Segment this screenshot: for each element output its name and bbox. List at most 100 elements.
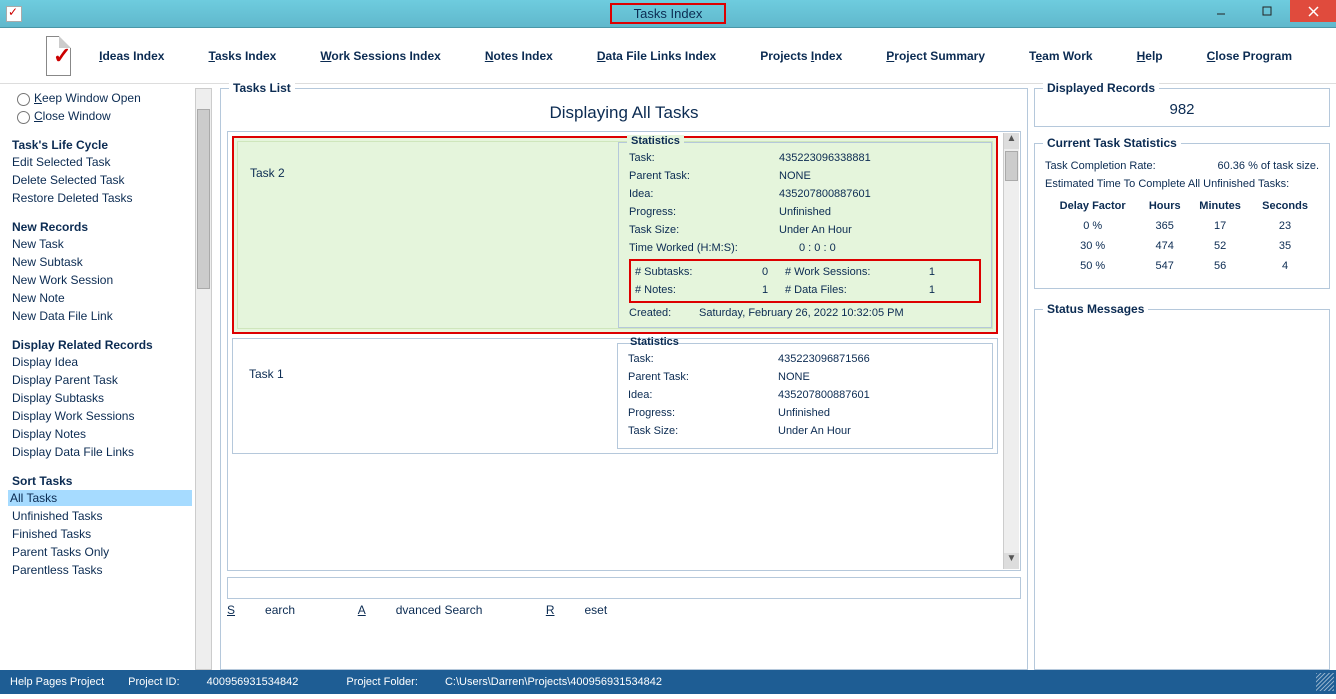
task-name: Task 2 <box>234 138 614 332</box>
project-folder: Project Folder: C:\Users\Darren\Projects… <box>346 676 686 688</box>
task-card[interactable]: Task 2 Statistics Task:435223096338881 P… <box>232 136 998 334</box>
menu-item[interactable]: Notes Index <box>485 49 553 63</box>
value: NONE <box>779 170 811 182</box>
table-cell: 474 <box>1140 236 1189 256</box>
titlebar: Tasks Index <box>0 0 1336 28</box>
sidebar-link[interactable]: Display Parent Task <box>12 372 188 388</box>
table-row: 0 %3651723 <box>1045 216 1319 236</box>
displayed-records-box: Displayed Records 982 <box>1034 88 1330 127</box>
label: Estimated Time To Complete All Unfinishe… <box>1045 178 1289 190</box>
value: 1 <box>895 284 935 296</box>
maximize-button[interactable] <box>1244 0 1290 22</box>
window-mode-radio[interactable]: Close Window <box>12 108 188 124</box>
value: 1 <box>895 266 935 278</box>
value: 0 : 0 : 0 <box>799 242 836 254</box>
sidebar-link[interactable]: Display Work Sessions <box>12 408 188 424</box>
sidebar-link[interactable]: Restore Deleted Tasks <box>12 190 188 206</box>
label: Parent Task: <box>628 371 778 383</box>
sidebar-link[interactable]: New Note <box>12 290 188 306</box>
sidebar: Keep Window OpenClose Window Task's Life… <box>6 88 190 670</box>
app-sys-icon <box>6 6 22 22</box>
advanced-search-link[interactable]: Advanced Search <box>358 603 513 617</box>
menu-item[interactable]: Team Work <box>1029 49 1093 63</box>
value: 435207800887601 <box>778 389 870 401</box>
sidebar-link[interactable]: Display Data File Links <box>12 444 188 460</box>
tasks-list-legend: Tasks List <box>229 81 295 95</box>
label: # Notes: <box>635 284 745 296</box>
sidebar-link[interactable]: Unfinished Tasks <box>12 508 188 524</box>
search-input[interactable] <box>227 577 1021 599</box>
legend: Current Task Statistics <box>1043 136 1181 150</box>
table-row: 30 %4745235 <box>1045 236 1319 256</box>
sidebar-link[interactable]: Display Subtasks <box>12 390 188 406</box>
current-stats-box: Current Task Statistics Task Completion … <box>1034 143 1330 289</box>
status-messages-box: Status Messages <box>1034 309 1330 670</box>
resize-grip-icon[interactable] <box>1316 673 1334 691</box>
sidebar-link[interactable]: Finished Tasks <box>12 526 188 542</box>
menu-item[interactable]: Close Program <box>1207 49 1292 63</box>
sidebar-link[interactable]: Delete Selected Task <box>12 172 188 188</box>
table-header: Minutes <box>1189 196 1251 216</box>
value: NONE <box>778 371 810 383</box>
task-name: Task 1 <box>233 339 613 453</box>
sidebar-link[interactable]: New Subtask <box>12 254 188 270</box>
sidebar-scrollbar[interactable] <box>195 88 212 670</box>
section-sort-tasks: Sort Tasks <box>12 474 188 488</box>
scroll-down-icon[interactable]: ▼ <box>1004 553 1019 569</box>
counts-box: # Subtasks: 0 # Work Sessions: 1 # Notes… <box>629 259 981 303</box>
menubar: Ideas Index Tasks Index Work Sessions Inde… <box>0 28 1336 84</box>
sidebar-link[interactable]: Display Notes <box>12 426 188 442</box>
table-header: Hours <box>1140 196 1189 216</box>
close-button[interactable] <box>1290 0 1336 22</box>
label: Time Worked (H:M:S): <box>629 242 779 254</box>
value: 435223096338881 <box>779 152 871 164</box>
label: Created: <box>629 307 699 319</box>
window-mode-radio[interactable]: Keep Window Open <box>12 90 188 106</box>
menu-item[interactable]: Data File Links Index <box>597 49 716 63</box>
sidebar-link[interactable]: New Data File Link <box>12 308 188 324</box>
menu-item[interactable]: Project Summary <box>886 49 985 63</box>
minimize-button[interactable] <box>1198 0 1244 22</box>
menu-item[interactable]: Projects Index <box>760 49 842 63</box>
sidebar-link[interactable]: Display Idea <box>12 354 188 370</box>
sidebar-link[interactable]: New Work Session <box>12 272 188 288</box>
label: Progress: <box>628 407 778 419</box>
label: Task Completion Rate: <box>1045 160 1218 172</box>
value: Under An Hour <box>778 425 851 437</box>
table-header: Delay Factor <box>1045 196 1140 216</box>
menu-item[interactable]: Work Sessions Index <box>320 49 441 63</box>
sidebar-link[interactable]: Parentless Tasks <box>12 562 188 578</box>
label: Idea: <box>628 389 778 401</box>
sidebar-link[interactable]: All Tasks <box>8 490 192 506</box>
table-cell: 35 <box>1251 236 1319 256</box>
tasks-scrollbar[interactable]: ▲ ▼ <box>1003 133 1019 569</box>
sidebar-link[interactable]: Parent Tasks Only <box>12 544 188 560</box>
search-link[interactable]: Search <box>227 603 325 617</box>
label: Idea: <box>629 188 779 200</box>
value: 1 <box>745 284 785 296</box>
reset-link[interactable]: Reset <box>546 603 637 617</box>
value: Unfinished <box>779 206 831 218</box>
table-cell: 56 <box>1189 256 1251 276</box>
displayed-records-value: 982 <box>1043 101 1321 118</box>
stats-legend: Statistics <box>627 135 684 147</box>
menu-item[interactable]: Tasks Index <box>208 49 276 63</box>
statusbar: Help Pages Project Project ID: 400956931… <box>0 670 1336 694</box>
menu-item[interactable]: Help <box>1137 49 1163 63</box>
legend: Status Messages <box>1043 302 1148 316</box>
table-cell: 17 <box>1189 216 1251 236</box>
table-cell: 0 % <box>1045 216 1140 236</box>
table-cell: 30 % <box>1045 236 1140 256</box>
sidebar-link[interactable]: New Task <box>12 236 188 252</box>
estimate-table: Delay FactorHoursMinutesSeconds 0 %36517… <box>1045 196 1319 276</box>
label: Task Size: <box>628 425 778 437</box>
sidebar-link[interactable]: Edit Selected Task <box>12 154 188 170</box>
table-cell: 50 % <box>1045 256 1140 276</box>
task-card[interactable]: Task 1 Statistics Task:435223096871566 P… <box>232 338 998 454</box>
section-new-records: New Records <box>12 220 188 234</box>
project-name: Help Pages Project <box>10 676 104 688</box>
table-cell: 365 <box>1140 216 1189 236</box>
scroll-up-icon[interactable]: ▲ <box>1004 133 1019 149</box>
menu-item[interactable]: Ideas Index <box>99 49 164 63</box>
label: Task: <box>628 353 778 365</box>
